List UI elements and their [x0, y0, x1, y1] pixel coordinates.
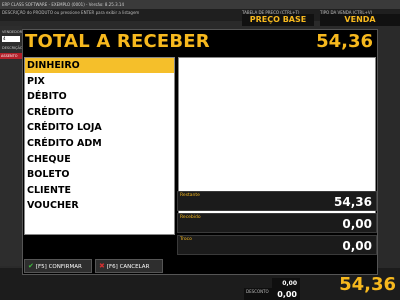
recebido-value: 0,00	[342, 217, 372, 231]
footer-value-box: 0,00	[272, 278, 300, 288]
payment-method-item[interactable]: CHEQUE	[25, 152, 174, 167]
restante-label: Restante	[180, 193, 200, 198]
payment-method-item[interactable]: CRÉDITO ADM	[25, 136, 174, 151]
payment-method-item[interactable]: VOUCHER	[25, 198, 174, 213]
payment-method-item[interactable]: CLIENTE	[25, 183, 174, 198]
payment-method-list[interactable]: DINHEIRO PIX DÉBITO CRÉDITO CRÉDITO LOJA CRÉD…	[24, 57, 175, 235]
price-base-header[interactable]: PREÇO BASE	[242, 14, 314, 26]
product-hint: DESCRIÇÃO do PRODUTO ou pressione ENTER …	[2, 10, 140, 15]
restante-box: Restante 54,36	[177, 191, 377, 211]
troco-label: Troco	[180, 237, 192, 242]
vendedor-label: VENDEDOR	[2, 30, 23, 34]
payment-method-item[interactable]: PIX	[25, 74, 174, 89]
payment-method-item[interactable]: CRÉDITO	[25, 105, 174, 120]
window-title-bar: ERP CLASS SOFTWARE - EXEMPLO (0001) - Ve…	[0, 0, 400, 9]
payment-method-item[interactable]: CRÉDITO LOJA	[25, 120, 174, 135]
payment-method-item[interactable]: DÉBITO	[25, 89, 174, 104]
recebido-box: Recebido 0,00	[177, 213, 377, 233]
check-icon: ✔	[28, 262, 34, 270]
discount-value: 0,00	[277, 290, 297, 299]
recebido-label: Recebido	[180, 215, 201, 220]
discount-box[interactable]: DESCONTO 0,00	[244, 288, 300, 300]
payment-method-item[interactable]: DINHEIRO	[25, 58, 174, 73]
payment-method-item[interactable]: BOLETO	[25, 167, 174, 182]
vendedor-field[interactable]: 4	[2, 36, 20, 42]
descricao-label: DESCRIÇÃO	[2, 46, 23, 50]
footer-value: 0,00	[282, 280, 297, 287]
dialog-title: TOTAL A RECEBER	[25, 31, 210, 52]
troco-box: Troco 0,00	[177, 235, 377, 255]
cancel-button[interactable]: ✖ [F6] CANCELAR	[95, 259, 163, 273]
background-total: 54,36	[339, 274, 396, 295]
discount-label: DESCONTO	[246, 289, 269, 294]
dialog-total: 54,36	[316, 31, 373, 52]
payment-dialog: TOTAL A RECEBER 54,36 DINHEIRO PIX DÉBITO C…	[22, 29, 378, 275]
troco-value: 0,00	[342, 239, 372, 253]
confirm-button[interactable]: ✔ [F5] CONFIRMAR	[24, 259, 92, 273]
restante-value: 54,36	[334, 195, 372, 209]
cancel-label: [F6] CANCELAR	[106, 264, 150, 270]
sale-type-header[interactable]: VENDA	[320, 14, 400, 26]
confirm-label: [F5] CONFIRMAR	[35, 264, 82, 270]
background-left-panel: VENDEDOR 4 DESCRIÇÃO ASSENTO	[0, 26, 23, 266]
item-row[interactable]: ASSENTO	[0, 53, 22, 59]
close-icon: ✖	[99, 262, 105, 270]
